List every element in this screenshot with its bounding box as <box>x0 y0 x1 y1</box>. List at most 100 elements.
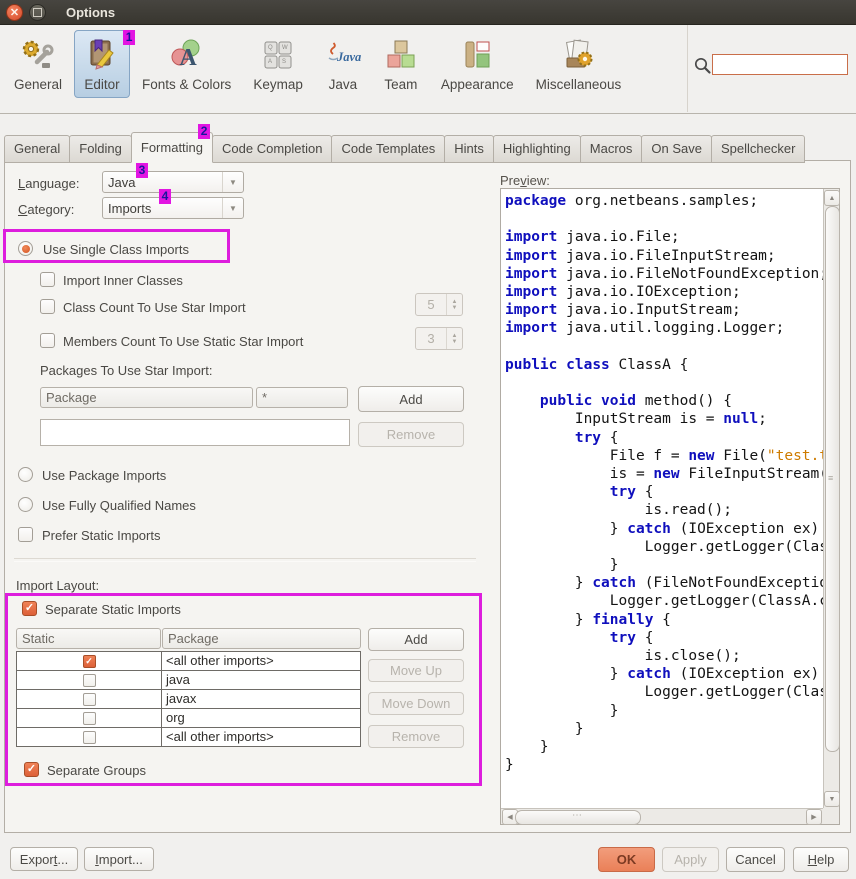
code-line: InputStream is = null; <box>505 410 823 428</box>
package-cell: <all other imports> <box>162 728 360 746</box>
code-line: import java.io.FileInputStream; <box>505 247 823 265</box>
scroll-down-icon[interactable]: ▼ <box>824 791 840 807</box>
packages-star-list[interactable] <box>40 419 350 446</box>
package-column-header[interactable]: Package <box>162 628 361 649</box>
layout-move-down-button[interactable]: Move Down <box>368 692 464 715</box>
export-button[interactable]: Export... <box>10 847 78 871</box>
packages-remove-button[interactable]: Remove <box>358 422 464 447</box>
appearance-icon <box>459 37 495 73</box>
cancel-button[interactable]: Cancel <box>726 847 785 872</box>
search-input[interactable] <box>712 54 848 75</box>
annotation-badge-3: 3 <box>136 163 148 178</box>
tab-spellchecker[interactable]: Spellchecker <box>711 135 805 163</box>
svg-text:S: S <box>282 59 286 65</box>
table-row[interactable]: ✓<all other imports> <box>17 652 360 671</box>
table-row[interactable]: <all other imports> <box>17 728 360 746</box>
layout-move-up-button[interactable]: Move Up <box>368 659 464 682</box>
titlebar: ✕ Options <box>0 0 856 25</box>
scroll-up-icon[interactable]: ▲ <box>824 190 840 206</box>
vertical-scrollbar-thumb[interactable] <box>825 206 840 752</box>
code-line: } catch (FileNotFoundException ex) { <box>505 574 823 592</box>
table-row[interactable]: javax <box>17 690 360 709</box>
tab-code-completion[interactable]: Code Completion <box>212 135 332 163</box>
toolbar-item-label: Team <box>384 77 417 92</box>
layout-remove-button[interactable]: Remove <box>368 725 464 748</box>
packages-column-header[interactable]: Package <box>40 387 253 408</box>
tab-general[interactable]: General <box>4 135 70 163</box>
static-checkbox[interactable] <box>83 693 96 706</box>
help-button[interactable]: Help <box>793 847 849 872</box>
toolbar-item-appearance[interactable]: Appearance <box>431 30 524 98</box>
category-combo[interactable]: Imports ▼ 4 <box>102 197 244 219</box>
tab-code-templates[interactable]: Code Templates <box>331 135 445 163</box>
spinner-arrows-icon[interactable]: ▲▼ <box>447 328 462 349</box>
star-column-header[interactable]: * <box>256 387 348 408</box>
members-count-checkbox[interactable] <box>40 333 55 348</box>
tab-label: Hints <box>454 141 484 156</box>
language-label: Language: <box>18 176 79 191</box>
use-fully-qualified-radio[interactable] <box>18 497 33 512</box>
code-line: } <box>505 702 823 720</box>
use-package-imports-radio[interactable] <box>18 467 33 482</box>
tab-on-save[interactable]: On Save <box>641 135 712 163</box>
toolbar-item-fonts-colors[interactable]: AFonts & Colors <box>132 30 241 98</box>
apply-button[interactable]: Apply <box>662 847 719 872</box>
toolbar-item-general[interactable]: General <box>4 30 72 98</box>
table-row[interactable]: java <box>17 671 360 690</box>
table-row[interactable]: org <box>17 709 360 728</box>
tab-label: General <box>14 141 60 156</box>
close-button[interactable]: ✕ <box>6 4 23 21</box>
tab-folding[interactable]: Folding <box>69 135 132 163</box>
unmaximize-button[interactable] <box>29 4 46 21</box>
spinner-arrows-icon[interactable]: ▲▼ <box>447 294 462 315</box>
toolbar-item-team[interactable]: Team <box>373 30 429 98</box>
import-inner-classes-checkbox[interactable] <box>40 272 55 287</box>
toolbar-item-editor[interactable]: Editor1 <box>74 30 130 98</box>
static-checkbox[interactable] <box>83 674 96 687</box>
code-line: try { <box>505 483 823 501</box>
packages-add-button[interactable]: Add <box>358 386 464 412</box>
toolbar-separator <box>687 25 688 112</box>
class-count-spinner[interactable]: 5 ▲▼ <box>415 293 463 316</box>
vertical-scrollbar[interactable]: ▲ ▼ <box>823 189 839 808</box>
search-icon <box>693 56 712 75</box>
toolbar-item-miscellaneous[interactable]: Miscellaneous <box>526 30 632 98</box>
svg-text:Q: Q <box>268 45 273 51</box>
svg-text:A: A <box>179 45 197 71</box>
code-line: import java.io.File; <box>505 228 823 246</box>
members-count-spinner[interactable]: 3 ▲▼ <box>415 327 463 350</box>
layout-add-button[interactable]: Add <box>368 628 464 651</box>
svg-text:A: A <box>268 59 272 65</box>
code-line: is.read(); <box>505 501 823 519</box>
scroll-right-icon[interactable]: ▶ <box>806 809 822 825</box>
tab-hints[interactable]: Hints <box>444 135 494 163</box>
toolbar-item-java[interactable]: JavaJava <box>315 30 371 98</box>
class-count-checkbox[interactable] <box>40 299 55 314</box>
static-column-header[interactable]: Static <box>16 628 161 649</box>
static-cell <box>17 728 162 746</box>
import-button[interactable]: Import... <box>84 847 154 871</box>
static-checkbox[interactable] <box>83 731 96 744</box>
toolbar-item-keymap[interactable]: QWASKeymap <box>243 30 313 98</box>
tab-highlighting[interactable]: Highlighting <box>493 135 581 163</box>
package-cell: javax <box>162 690 360 708</box>
separate-static-imports-label: Separate Static Imports <box>45 602 181 617</box>
ok-button[interactable]: OK <box>598 847 655 872</box>
code-line <box>505 338 823 356</box>
static-checkbox[interactable] <box>83 712 96 725</box>
use-single-class-imports-radio[interactable] <box>18 241 33 256</box>
static-checkbox[interactable]: ✓ <box>83 655 96 668</box>
code-line: is = new FileInputStream(f); <box>505 465 823 483</box>
tab-formatting[interactable]: Formatting2 <box>131 132 213 163</box>
horizontal-scrollbar[interactable]: ◀ ▶ <box>501 808 823 824</box>
tab-label: On Save <box>651 141 702 156</box>
annotation-badge-4: 4 <box>159 189 171 204</box>
separate-groups-checkbox[interactable]: ✓ <box>24 762 39 777</box>
section-separator <box>14 558 476 562</box>
tab-macros[interactable]: Macros <box>580 135 643 163</box>
code-line: import java.util.logging.Logger; <box>505 319 823 337</box>
prefer-static-imports-checkbox[interactable] <box>18 527 33 542</box>
horizontal-scrollbar-thumb[interactable] <box>515 810 641 825</box>
language-combo[interactable]: Java ▼ 3 <box>102 171 244 193</box>
separate-static-imports-checkbox[interactable]: ✓ <box>22 601 37 616</box>
